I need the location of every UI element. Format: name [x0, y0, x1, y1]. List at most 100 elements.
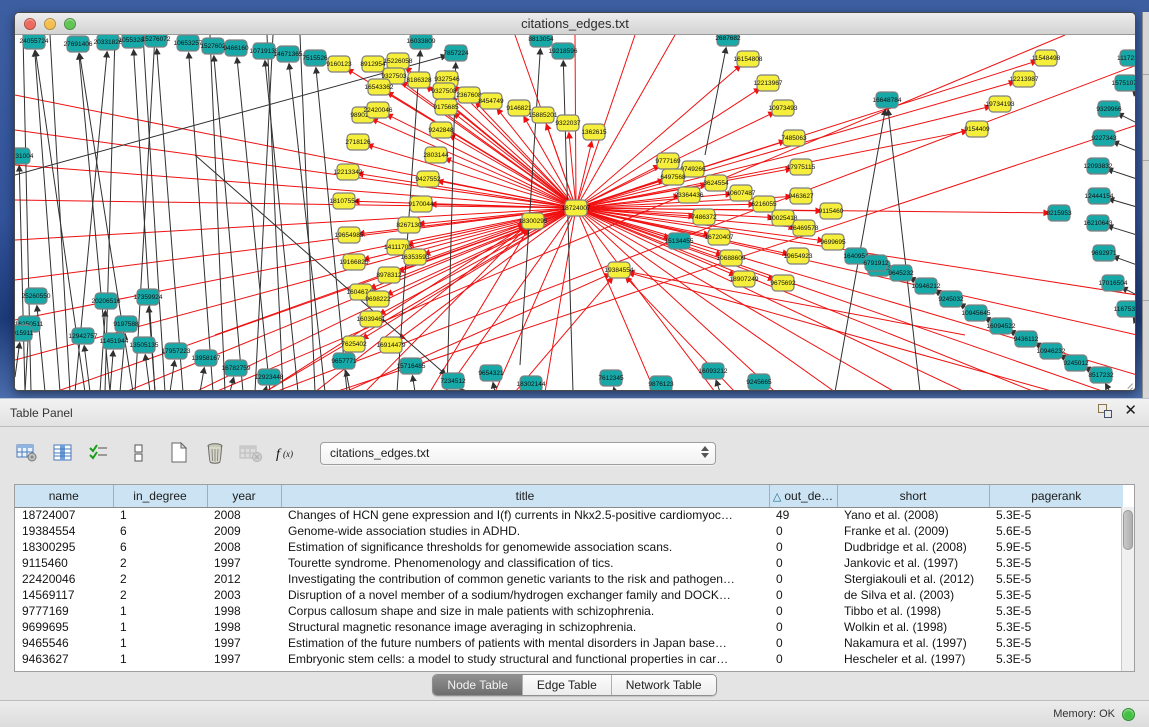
graph-node[interactable]: 9170044 — [408, 196, 434, 212]
graph-node[interactable]: 25260550 — [22, 288, 51, 304]
graph-node[interactable]: 7515526 — [302, 50, 328, 66]
graph-node[interactable]: 16039461 — [357, 311, 386, 327]
graph-node[interactable]: 8186328 — [406, 72, 432, 88]
graph-node[interactable]: 17975115 — [787, 159, 816, 175]
graph-node[interactable]: 12213343 — [334, 164, 363, 180]
tab-edge-table[interactable]: Edge Table — [523, 675, 612, 695]
graph-node[interactable]: 7234512 — [440, 373, 466, 389]
graph-node[interactable]: 6216055 — [751, 196, 777, 212]
table-row[interactable]: 911546021997Tourette syndrome. Phenomeno… — [15, 555, 1123, 571]
graph-node[interactable]: 6791912 — [863, 255, 889, 271]
graph-node[interactable]: 9698222 — [365, 291, 391, 307]
graph-node[interactable]: 9876123 — [648, 376, 674, 390]
graph-node[interactable]: 2803144 — [423, 147, 449, 163]
graph-node[interactable]: 15134455 — [665, 233, 694, 249]
table-select-dropdown[interactable]: citations_edges.txt — [320, 442, 716, 465]
graph-node[interactable]: 9242848 — [428, 122, 454, 138]
close-panel-icon[interactable]: ✕ — [1124, 404, 1137, 418]
graph-node[interactable]: 13958167 — [192, 350, 221, 366]
graph-node[interactable]: 9692971 — [1091, 245, 1117, 261]
graph-node[interactable]: 10945645 — [962, 305, 991, 321]
graph-node[interactable]: 6497568 — [660, 169, 686, 185]
graph-node[interactable]: 3624554 — [703, 175, 729, 191]
graph-node[interactable]: 7485063 — [781, 130, 807, 146]
graph-node[interactable]: 18302144 — [517, 376, 546, 390]
graph-node[interactable]: 19654923 — [784, 248, 813, 264]
graph-node[interactable]: 2718126 — [345, 134, 371, 150]
graph-node[interactable]: 15716485 — [397, 358, 426, 374]
graph-node[interactable]: 16782759 — [222, 360, 251, 376]
table-row[interactable]: 1830029562008Estimation of significance … — [15, 539, 1123, 555]
rows-button[interactable] — [126, 441, 152, 465]
graph-node[interactable]: 15276072 — [142, 35, 171, 47]
graph-node[interactable]: 16210643 — [1084, 215, 1113, 231]
graph-node[interactable]: 9154409 — [964, 121, 990, 137]
function-fx-button[interactable]: f(x) — [274, 441, 300, 465]
graph-node[interactable]: 18300295 — [519, 213, 548, 229]
column-header-pagerank[interactable]: pagerank — [989, 485, 1123, 507]
graph-node[interactable]: 12923448 — [255, 369, 284, 385]
graph-node[interactable]: 18724007 — [562, 200, 591, 216]
graph-node[interactable]: 8813054 — [528, 35, 554, 47]
tab-network-table[interactable]: Network Table — [612, 675, 716, 695]
table-row[interactable]: 1456911722003Disruption of a novel membe… — [15, 587, 1123, 603]
graph-node[interactable]: 9327508 — [431, 83, 457, 99]
graph-node[interactable]: 23364436 — [675, 187, 704, 203]
graph-node[interactable]: 16648784 — [873, 92, 902, 108]
graph-node[interactable]: 8215953 — [1046, 205, 1072, 221]
graph-node[interactable]: 16094522 — [987, 318, 1016, 334]
tab-node-table[interactable]: Node Table — [433, 675, 523, 695]
graph-node[interactable]: 9160123 — [326, 56, 352, 72]
column-header-in_degree[interactable]: in_degree — [113, 485, 207, 507]
graph-node[interactable]: 9197588 — [113, 316, 139, 332]
window-resize-grip[interactable] — [1121, 376, 1133, 388]
graph-node[interactable]: 15226058 — [384, 53, 413, 69]
graph-node[interactable]: 19734193 — [986, 96, 1015, 112]
graph-node[interactable]: 19166825 — [340, 254, 369, 270]
table-settings-button[interactable] — [14, 441, 40, 465]
trash-button[interactable] — [202, 441, 228, 465]
column-header-out_de[interactable]: △out_de… — [769, 485, 837, 507]
column-header-short[interactable]: short — [837, 485, 989, 507]
graph-node[interactable]: 27691406 — [64, 36, 93, 52]
graph-node[interactable]: 11675305 — [1114, 301, 1135, 317]
table-row[interactable]: 969969511998Structural magnetic resonanc… — [15, 619, 1123, 635]
network-window-titlebar[interactable]: citations_edges.txt — [15, 13, 1135, 35]
graph-node[interactable]: 9245012 — [1063, 355, 1089, 371]
graph-node[interactable]: 18107554 — [330, 193, 359, 209]
table-row[interactable]: 2242004622012Investigating the contribut… — [15, 571, 1123, 587]
graph-node[interactable]: 2687682 — [715, 35, 741, 46]
graph-node[interactable]: 9436112 — [1014, 331, 1039, 347]
graph-node[interactable]: 9699695 — [820, 234, 846, 250]
delete-table-button[interactable] — [238, 441, 264, 465]
graph-node[interactable]: 7857224 — [443, 45, 469, 61]
graph-node[interactable]: 11548498 — [1032, 50, 1061, 66]
column-header-year[interactable]: year — [207, 485, 281, 507]
graph-node[interactable]: 13505135 — [130, 337, 159, 353]
graph-node[interactable]: 9657771 — [331, 353, 357, 369]
graph-node[interactable]: 11172104 — [1117, 50, 1135, 66]
table-row[interactable]: 946554611997Estimation of the future num… — [15, 635, 1123, 651]
graph-node[interactable]: 9777169 — [655, 153, 681, 169]
float-panel-icon[interactable] — [1098, 404, 1112, 418]
graph-node[interactable]: 16469578 — [790, 220, 819, 236]
graph-node[interactable]: 8978312 — [376, 267, 402, 283]
graph-node[interactable]: 3915911 — [15, 325, 34, 341]
table-row[interactable]: 977716911998Corpus callosum shape and si… — [15, 603, 1123, 619]
graph-node[interactable]: 17957223 — [162, 343, 191, 359]
graph-node[interactable]: 10973493 — [769, 100, 798, 116]
graph-node[interactable]: 15885201 — [529, 107, 558, 123]
graph-node[interactable]: 14671365 — [274, 46, 303, 62]
graph-node[interactable]: 16033809 — [407, 35, 436, 49]
table-row[interactable]: 1872400712008Changes of HCN gene express… — [15, 507, 1123, 523]
table-scrollbar-thumb[interactable] — [1123, 510, 1133, 550]
graph-node[interactable]: 9654321 — [478, 365, 504, 381]
new-file-button[interactable] — [166, 441, 192, 465]
table-columns-button[interactable] — [50, 441, 76, 465]
graph-node[interactable]: 18907249 — [730, 271, 759, 287]
graph-node[interactable]: 9466160 — [223, 40, 249, 56]
graph-node[interactable]: 9227343 — [1091, 130, 1117, 146]
graph-node[interactable]: 24055724 — [20, 35, 49, 49]
graph-node[interactable]: 15751074 — [1112, 75, 1135, 91]
graph-node[interactable]: 9675692 — [770, 275, 796, 291]
